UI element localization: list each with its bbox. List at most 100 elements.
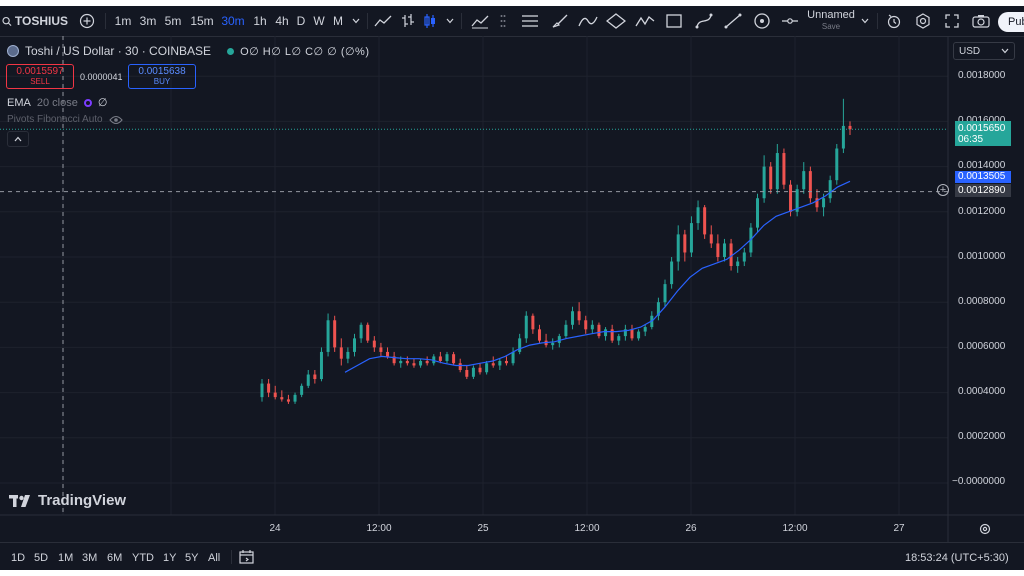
buy-label: BUY: [153, 76, 171, 86]
pivots-legend[interactable]: Pivots Fibonacci Auto: [7, 114, 123, 125]
candle-body: [352, 338, 356, 352]
candle-body: [346, 351, 350, 359]
candle-body: [386, 351, 390, 357]
range-all[interactable]: All: [208, 552, 220, 564]
candle-body: [339, 347, 343, 359]
price-tick: 0.0012000: [958, 206, 1006, 217]
range-5y[interactable]: 5Y: [185, 552, 198, 564]
candle-body: [571, 311, 575, 325]
sell-price: 0.0015597: [16, 65, 64, 77]
ema-price-tag: 0.0013505: [955, 171, 1011, 183]
candle-body: [531, 315, 535, 330]
candle-body: [465, 370, 469, 377]
candle-body: [524, 315, 528, 339]
candle-body: [366, 324, 370, 341]
candle-body: [359, 324, 363, 339]
chart-grid: [0, 36, 1024, 543]
candle-body: [267, 383, 271, 393]
range-6m[interactable]: 6M: [107, 552, 122, 564]
candle-body: [676, 234, 680, 262]
price-tick: 0.0004000: [958, 386, 1006, 397]
candle-body: [438, 356, 442, 361]
candle-body: [471, 367, 475, 377]
sell-button[interactable]: 0.0015597 SELL: [6, 64, 74, 89]
tradingview-logo[interactable]: TradingView: [9, 492, 126, 509]
candle-body: [742, 252, 746, 262]
bar-countdown: 06:35: [958, 134, 984, 145]
candle-body: [260, 383, 264, 398]
symbol-title[interactable]: Toshi / US Dollar · 30 · COINBASE: [25, 44, 211, 58]
scale-settings-button[interactable]: [979, 522, 991, 540]
price-tick: 0.0002000: [958, 431, 1006, 442]
candle-body: [379, 347, 383, 352]
pivots-label: Pivots Fibonacci Auto: [7, 114, 103, 125]
candle-body: [637, 331, 641, 339]
candle-body: [775, 153, 779, 190]
toshi-coin-icon: [7, 45, 19, 57]
calendar-icon: [239, 550, 254, 564]
time-tick: 27: [893, 523, 905, 534]
gear-icon: [979, 523, 991, 535]
candle-body: [643, 327, 647, 332]
ema-value: ∅: [97, 97, 108, 109]
crosshair: [0, 36, 948, 515]
candle-body: [584, 320, 588, 330]
candle-body: [604, 329, 608, 337]
candle-body: [564, 324, 568, 337]
price-tick: 0.0018000: [958, 70, 1006, 81]
candle-body: [630, 329, 634, 339]
time-tick: 26: [685, 523, 697, 534]
candle-body: [683, 234, 687, 253]
candlestick-series: [260, 98, 852, 404]
candle-body: [722, 243, 726, 257]
range-1m[interactable]: 1M: [58, 552, 73, 564]
add-alert-plus-icon[interactable]: +: [937, 184, 949, 196]
ema-legend[interactable]: EMA 20 close ∅: [7, 96, 108, 110]
candle-body: [286, 399, 290, 402]
range-1d[interactable]: 1D: [11, 552, 25, 564]
crosshair-price-tag: 0.0012890: [955, 184, 1011, 197]
timezone-clock[interactable]: 18:53:24 (UTC+5:30): [905, 552, 1009, 564]
eye-icon[interactable]: [108, 115, 123, 125]
market-status-icon: [227, 47, 235, 55]
candle-body: [689, 223, 693, 253]
last-price-tag: 0.0015650 06:35: [955, 121, 1011, 146]
time-tick: 24: [269, 523, 281, 534]
sell-label: SELL: [30, 76, 50, 86]
range-ytd[interactable]: YTD: [132, 552, 154, 564]
candle-body: [551, 342, 555, 346]
candle-body: [557, 336, 561, 343]
bottom-toolbar: 1D 5D 1M 3M 6M YTD 1Y 5Y All 18:53:24 (U…: [0, 542, 1024, 570]
price-chart[interactable]: [0, 6, 1024, 570]
candle-body: [670, 261, 674, 285]
candle-body: [756, 198, 760, 228]
candle-body: [306, 374, 310, 386]
candle-body: [703, 207, 707, 235]
candle-body: [313, 374, 317, 380]
collapse-legend-button[interactable]: [7, 131, 29, 147]
range-5d[interactable]: 5D: [34, 552, 48, 564]
candle-body: [405, 360, 409, 364]
time-tick: 12:00: [574, 523, 600, 534]
time-tick: 25: [477, 523, 489, 534]
last-price: 0.0015650: [958, 123, 1006, 134]
go-to-date-button[interactable]: [239, 549, 254, 569]
ema-name: EMA: [7, 96, 31, 109]
candle-body: [319, 351, 323, 380]
ema-params: 20 close: [36, 96, 78, 109]
time-tick: 12:00: [366, 523, 392, 534]
ohlc-values: O∅ H∅ L∅ C∅ ∅ (∅%): [240, 45, 370, 58]
logo-text: TradingView: [38, 492, 127, 509]
price-tick: 0.0006000: [958, 341, 1006, 352]
range-3m[interactable]: 3M: [82, 552, 97, 564]
candle-body: [802, 171, 806, 190]
buy-button[interactable]: 0.0015638 BUY: [128, 64, 196, 89]
currency-label: USD: [959, 45, 981, 57]
range-1y[interactable]: 1Y: [163, 552, 176, 564]
time-tick: 12:00: [782, 523, 808, 534]
toolbar-divider: [231, 550, 232, 564]
trading-chart-app: TOSHIUS 1m 3m 5m 15m 30m 1h 4h D W M Unn…: [0, 6, 1024, 570]
currency-select[interactable]: USD: [953, 42, 1015, 60]
candle-body: [762, 166, 766, 199]
candle-body: [293, 394, 297, 402]
